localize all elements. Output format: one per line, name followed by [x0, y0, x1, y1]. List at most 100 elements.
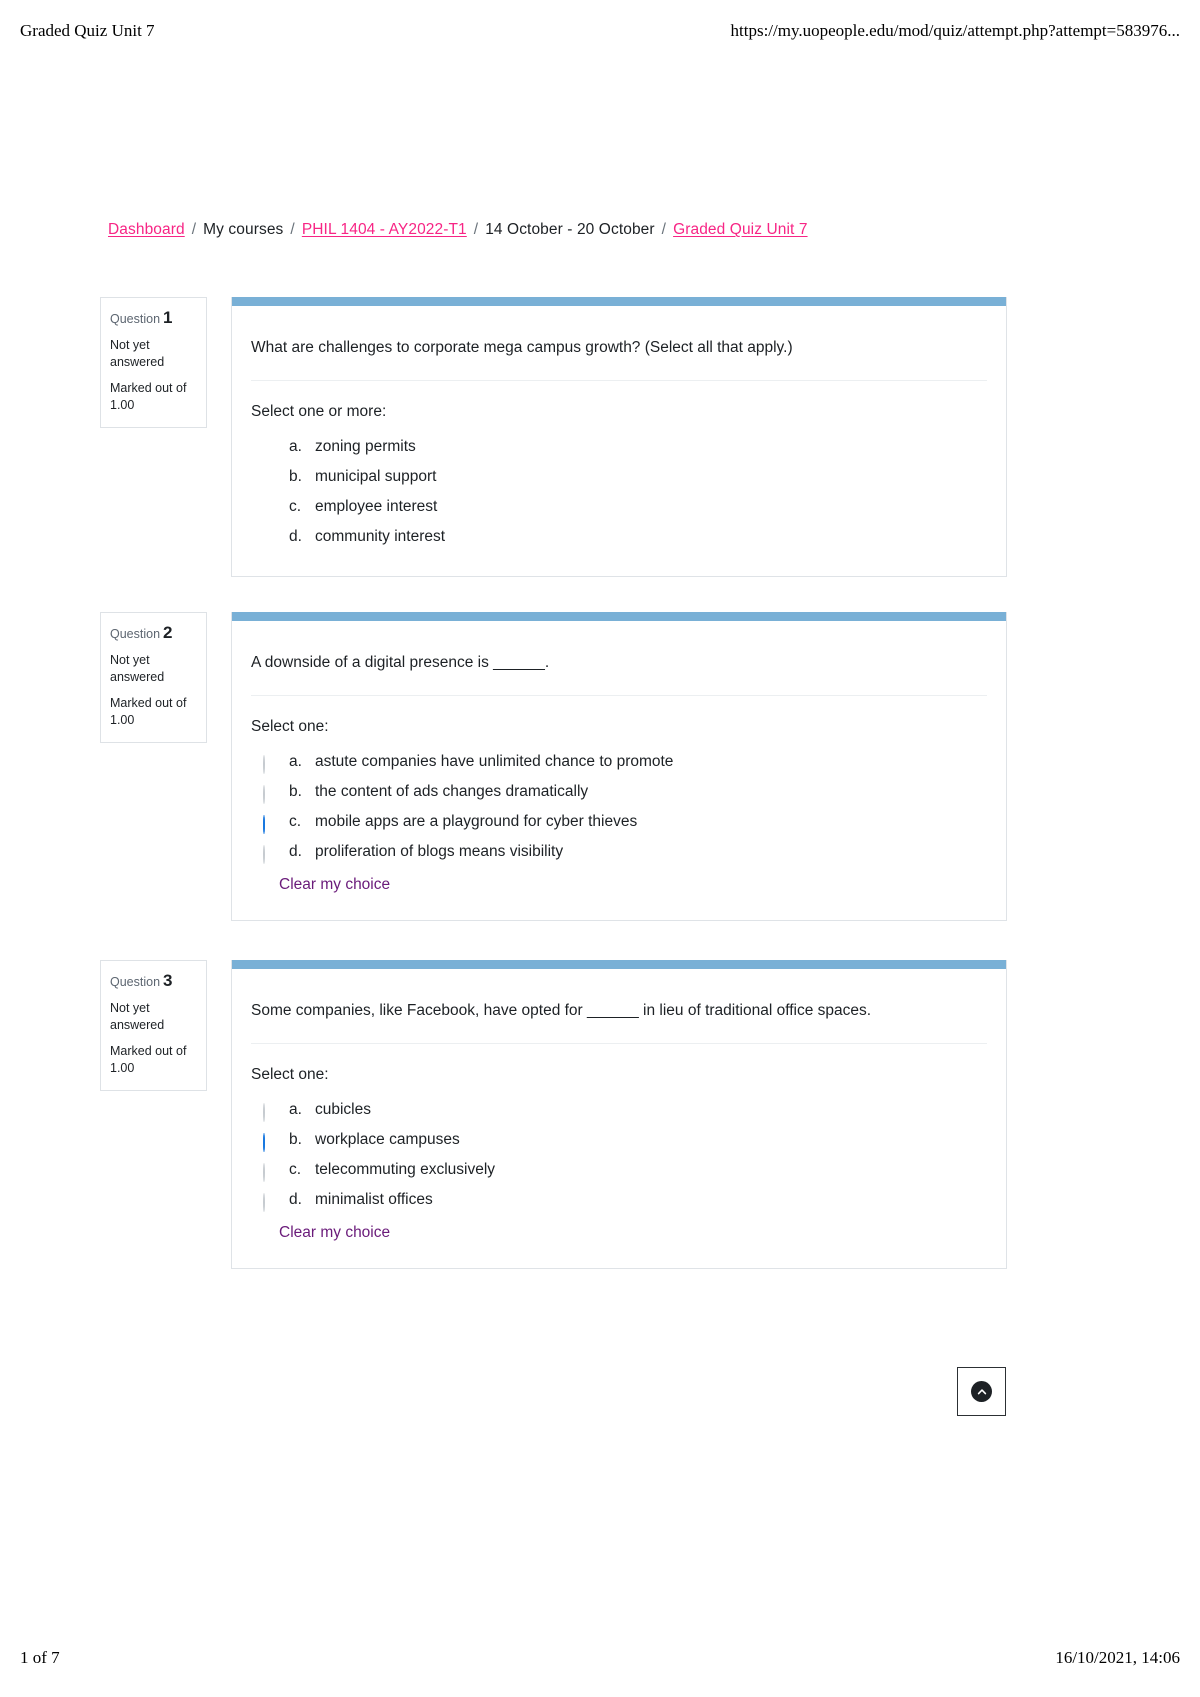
- question-word: Question: [110, 627, 161, 641]
- question-number: 1: [163, 308, 173, 327]
- answer-option-b[interactable]: b. workplace campuses: [251, 1125, 987, 1155]
- radio-a[interactable]: [263, 754, 277, 774]
- question-number: 2: [163, 623, 173, 642]
- answer-option-c[interactable]: c. mobile apps are a playground for cyber…: [251, 807, 987, 837]
- question-content-2: A downside of a digital presence is ____…: [231, 612, 1007, 921]
- question-marked-out-of: Marked out of 1.00: [110, 380, 197, 415]
- select-instruction: Select one:: [251, 718, 329, 735]
- question-marked-out-of: Marked out of 1.00: [110, 1043, 197, 1078]
- breadcrumb-separator: /: [473, 221, 479, 238]
- radio-b[interactable]: [263, 784, 277, 804]
- marked-out-of-label: Marked out of: [110, 380, 187, 395]
- radio-d[interactable]: [263, 844, 277, 864]
- answer-option-d[interactable]: d. proliferation of blogs means visibilit…: [251, 837, 987, 867]
- option-text: employee interest: [315, 498, 438, 515]
- marked-out-of-value: 1.00: [110, 1061, 135, 1075]
- print-footer-datetime: 16/10/2021, 14:06: [1055, 1648, 1180, 1667]
- answer-option-d[interactable]: d. community interest: [251, 522, 987, 552]
- option-letter: d.: [289, 528, 302, 545]
- breadcrumb-item-1[interactable]: Dashboard: [108, 221, 185, 238]
- question-number-line: Question 3: [110, 972, 197, 992]
- question-word: Question: [110, 312, 161, 326]
- radio-unselected-icon[interactable]: [263, 1193, 265, 1212]
- checkbox-b[interactable]: [263, 469, 277, 483]
- question-number: 3: [163, 971, 173, 990]
- question-number-line: Question 1: [110, 309, 197, 329]
- breadcrumb-item-2: My courses: [203, 221, 284, 238]
- question-status: Not yet answered: [110, 652, 165, 685]
- radio-unselected-icon[interactable]: [263, 1103, 265, 1122]
- option-text: minimalist offices: [315, 1191, 433, 1208]
- answer-option-a[interactable]: a. zoning permits: [251, 432, 987, 462]
- question-answers: Select one or more: a. zoning permits b. mun…: [232, 381, 1006, 576]
- answer-option-c[interactable]: c. employee interest: [251, 492, 987, 522]
- question-word: Question: [110, 975, 161, 989]
- option-text: cubicles: [315, 1101, 371, 1118]
- checkbox-c[interactable]: [263, 499, 277, 513]
- option-text: proliferation of blogs means visibility: [315, 843, 564, 860]
- question-number-line: Question 2: [110, 624, 197, 644]
- option-text: zoning permits: [315, 438, 416, 455]
- checkbox-a[interactable]: [263, 439, 277, 453]
- radio-unselected-icon[interactable]: [263, 755, 265, 774]
- breadcrumb-separator: /: [290, 221, 295, 238]
- question-content-1: What are challenges to corporate mega ca…: [231, 297, 1007, 577]
- option-letter: b.: [289, 783, 302, 800]
- marked-out-of-label: Marked out of: [110, 1043, 187, 1058]
- radio-unselected-icon[interactable]: [263, 845, 265, 864]
- chevron-up-icon: [971, 1381, 992, 1402]
- clear-my-choice-link[interactable]: Clear my choice: [279, 874, 390, 896]
- option-text: astute companies have unlimited chance t…: [315, 753, 674, 770]
- breadcrumb-item-3[interactable]: PHIL 1404 - AY2022-T1: [302, 221, 467, 238]
- radio-d[interactable]: [263, 1192, 277, 1212]
- question-answers: Select one: a. cubicles b. workplace campuse…: [232, 1044, 1006, 1268]
- print-footer-page: 1 of 7: [20, 1648, 60, 1667]
- checkbox-d[interactable]: [263, 529, 277, 543]
- option-text: workplace campuses: [315, 1131, 460, 1148]
- option-text: the content of ads changes dramatically: [315, 783, 589, 800]
- answer-option-b[interactable]: b. municipal support: [251, 462, 987, 492]
- radio-c[interactable]: [263, 814, 277, 834]
- answer-option-b[interactable]: b. the content of ads changes dramaticall…: [251, 777, 987, 807]
- question-top-bar: [232, 297, 1006, 306]
- option-letter: a.: [289, 438, 302, 455]
- clear-my-choice-link[interactable]: Clear my choice: [279, 1222, 390, 1244]
- breadcrumb-item-5[interactable]: Graded Quiz Unit 7: [673, 221, 807, 238]
- question-top-bar: [232, 612, 1006, 621]
- print-footer: 1 of 7 16/10/2021, 14:06: [0, 1645, 1200, 1671]
- option-letter: b.: [289, 1131, 302, 1148]
- print-header-url: https://my.uopeople.edu/mod/quiz/attempt…: [730, 21, 1180, 40]
- radio-selected-icon[interactable]: [263, 1133, 265, 1152]
- option-letter: c.: [289, 498, 302, 515]
- select-instruction: Select one:: [251, 1066, 329, 1083]
- option-text: mobile apps are a playground for cyber t…: [315, 813, 638, 830]
- option-text: community interest: [315, 528, 446, 545]
- marked-out-of-label: Marked out of: [110, 695, 187, 710]
- scroll-to-top-button[interactable]: [957, 1367, 1006, 1416]
- question-text: Some companies, like Facebook, have opte…: [251, 1002, 872, 1019]
- radio-b[interactable]: [263, 1132, 277, 1152]
- print-header: Graded Quiz Unit 7 https://my.uopeople.e…: [0, 16, 1200, 46]
- question-info-1: Question 1 Not yet answered Marked out of 1.…: [100, 297, 207, 428]
- radio-c[interactable]: [263, 1162, 277, 1182]
- breadcrumb: Dashboard / My courses / PHIL 1404 - AY2022-…: [108, 219, 808, 241]
- option-letter: a.: [289, 753, 302, 770]
- question-info-3: Question 3 Not yet answered Marked out of 1.…: [100, 960, 207, 1091]
- select-instruction: Select one or more:: [251, 403, 387, 420]
- question-marked-out-of: Marked out of 1.00: [110, 695, 197, 730]
- question-status: Not yet answered: [110, 337, 165, 370]
- marked-out-of-value: 1.00: [110, 713, 135, 727]
- answer-option-a[interactable]: a. cubicles: [251, 1095, 987, 1125]
- radio-unselected-icon[interactable]: [263, 785, 265, 804]
- answer-option-a[interactable]: a. astute companies have unlimited chance…: [251, 747, 987, 777]
- radio-selected-icon[interactable]: [263, 815, 265, 834]
- question-status: Not yet answered: [110, 1000, 165, 1033]
- answer-option-c[interactable]: c. telecommuting exclusively: [251, 1155, 987, 1185]
- radio-a[interactable]: [263, 1102, 277, 1122]
- option-text: municipal support: [315, 468, 437, 485]
- radio-unselected-icon[interactable]: [263, 1163, 265, 1182]
- question-info-2: Question 2 Not yet answered Marked out of 1.…: [100, 612, 207, 743]
- option-letter: b.: [289, 468, 302, 485]
- option-letter: c.: [289, 813, 302, 830]
- answer-option-d[interactable]: d. minimalist offices: [251, 1185, 987, 1215]
